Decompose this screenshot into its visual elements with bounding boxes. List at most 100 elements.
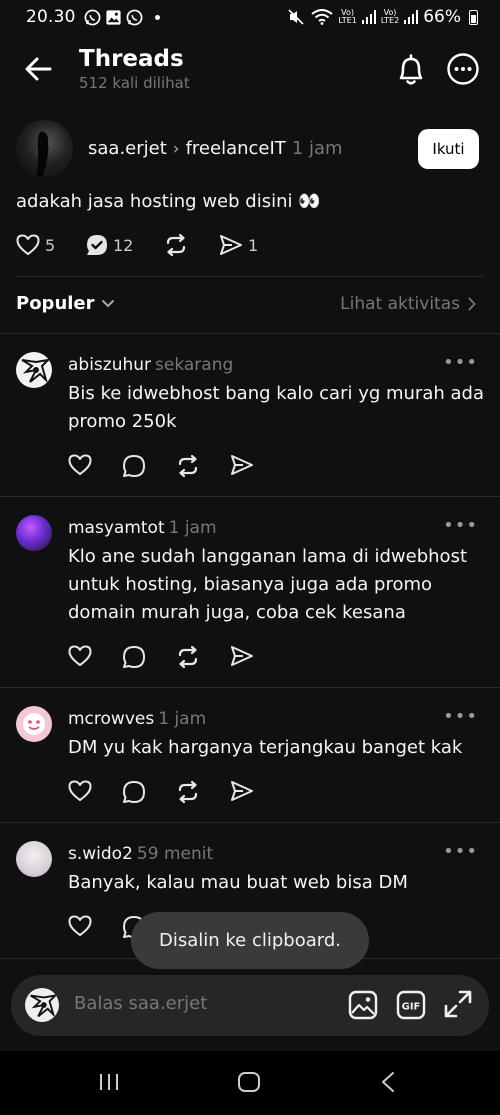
reply-input[interactable]: Balas saa.erjet xyxy=(74,993,207,1014)
post-meta: saa.erjet › freelanceIT 1 jam xyxy=(88,138,343,159)
like-button[interactable]: 5 xyxy=(16,234,86,256)
avatar xyxy=(25,988,59,1022)
mute-icon xyxy=(288,9,304,25)
avatar-art-icon xyxy=(30,994,58,1018)
gif-icon[interactable]: GIF xyxy=(396,990,426,1020)
avatar-face-icon xyxy=(23,713,45,735)
sort-dropdown[interactable]: Populer xyxy=(16,293,115,314)
reply-more-icon[interactable]: ••• xyxy=(443,515,478,536)
reply-more-icon[interactable]: ••• xyxy=(443,706,478,727)
reply-item: masyamtot 1 jam ••• Klo ane sudah langgan… xyxy=(0,515,500,685)
reply-item: mcrowves 1 jam ••• DM yu kak harganya ter… xyxy=(0,706,500,816)
home-icon[interactable] xyxy=(237,1071,261,1093)
reply-username[interactable]: s.wido2 xyxy=(68,844,133,864)
reply-actions xyxy=(68,645,254,669)
reply-actions xyxy=(68,780,254,804)
avatar-art-icon xyxy=(21,358,51,384)
heart-icon xyxy=(16,234,40,255)
image-icon[interactable] xyxy=(348,990,378,1020)
gallery-icon xyxy=(106,9,121,25)
notification-dot-icon xyxy=(154,14,160,20)
divider xyxy=(16,276,484,277)
reply-time: 59 menit xyxy=(136,844,214,864)
heart-icon[interactable] xyxy=(68,915,92,937)
like-count: 5 xyxy=(45,235,56,255)
send-icon[interactable] xyxy=(230,780,254,802)
status-bar: 20.30 Vo) LTE1 Vo) LTE2 66% xyxy=(0,0,500,34)
reply-more-icon[interactable]: ••• xyxy=(443,352,478,373)
comment-icon[interactable] xyxy=(122,780,146,804)
reply-username[interactable]: abiszuhur xyxy=(68,355,151,375)
send-icon[interactable] xyxy=(230,454,254,476)
svg-text:GIF: GIF xyxy=(402,1002,421,1013)
divider xyxy=(0,496,500,497)
reply-count-button[interactable]: 12 xyxy=(86,234,164,256)
top-bar: Threads 512 kali dilihat xyxy=(0,38,500,100)
reply-item: abiszuhur sekarang ••• Bis ke idwebhost b… xyxy=(0,352,500,492)
post-header: saa.erjet › freelanceIT 1 jam Ikuti xyxy=(0,119,500,179)
reply-composer[interactable]: Balas saa.erjet GIF xyxy=(11,975,489,1036)
reply-check-icon xyxy=(87,235,107,255)
repost-icon[interactable] xyxy=(176,454,200,478)
avatar[interactable] xyxy=(16,515,52,551)
reply-time: sekarang xyxy=(155,355,234,375)
chevron-right-icon: › xyxy=(172,138,180,159)
volte-1-label: Vo) LTE1 xyxy=(338,8,357,25)
reply-meta: masyamtot 1 jam xyxy=(68,518,217,538)
system-nav-bar xyxy=(0,1051,500,1115)
back-icon[interactable] xyxy=(380,1071,396,1093)
reply-username[interactable]: masyamtot xyxy=(68,518,165,538)
clipboard-toast: Disalin ke clipboard. xyxy=(131,912,369,969)
chevron-down-icon xyxy=(101,299,114,307)
reply-meta: s.wido2 59 menit xyxy=(68,844,213,864)
repost-button[interactable] xyxy=(164,233,219,257)
repost-icon[interactable] xyxy=(176,645,200,669)
reply-meta: mcrowves 1 jam xyxy=(68,709,206,729)
back-arrow-icon[interactable] xyxy=(22,54,56,84)
avatar[interactable] xyxy=(16,706,52,742)
follow-button[interactable]: Ikuti xyxy=(418,129,479,169)
reply-text: Banyak, kalau mau buat web bisa DM xyxy=(68,872,408,893)
whatsapp-icon xyxy=(126,9,143,25)
page-title: Threads xyxy=(79,46,184,72)
sort-row: Populer Lihat aktivitas xyxy=(0,290,500,322)
bell-icon[interactable] xyxy=(392,52,430,88)
recent-apps-icon[interactable] xyxy=(98,1071,120,1093)
send-icon xyxy=(220,235,242,255)
reply-text: Bis ke idwebhost bang kalo cari yg murah… xyxy=(68,383,484,432)
share-count: 1 xyxy=(248,235,259,255)
comment-icon[interactable] xyxy=(122,454,146,478)
avatar[interactable] xyxy=(16,352,52,388)
divider xyxy=(0,333,500,334)
reply-meta: abiszuhur sekarang xyxy=(68,355,233,375)
post-topic[interactable]: freelanceIT xyxy=(186,138,286,159)
send-icon[interactable] xyxy=(230,645,254,667)
more-options-icon[interactable] xyxy=(446,52,480,86)
heart-icon[interactable] xyxy=(68,645,92,667)
post-actions: 5 12 1 xyxy=(16,230,258,260)
reply-username[interactable]: mcrowves xyxy=(68,709,154,729)
signal-icon xyxy=(361,10,376,24)
expand-icon[interactable] xyxy=(443,989,473,1019)
avatar[interactable] xyxy=(16,120,73,177)
volte-2-label: Vo) LTE2 xyxy=(380,8,400,25)
heart-icon[interactable] xyxy=(68,454,92,476)
heart-icon[interactable] xyxy=(68,780,92,802)
reply-count: 12 xyxy=(113,235,134,255)
share-button[interactable]: 1 xyxy=(219,234,258,256)
post-author[interactable]: saa.erjet xyxy=(88,138,167,159)
view-count: 512 kali dilihat xyxy=(79,74,190,92)
sort-label: Populer xyxy=(16,293,95,314)
whatsapp-icon xyxy=(84,9,101,25)
post-text: adakah jasa hosting web disini 👀 xyxy=(16,191,321,212)
reply-time: 1 jam xyxy=(158,709,207,729)
repost-icon[interactable] xyxy=(176,780,200,804)
view-activity-link[interactable]: Lihat aktivitas xyxy=(340,294,476,314)
reply-text: DM yu kak harganya terjangkau banget kak xyxy=(68,737,463,758)
avatar[interactable] xyxy=(16,841,52,877)
avatar-silhouette-icon xyxy=(34,131,49,177)
reply-more-icon[interactable]: ••• xyxy=(443,841,478,862)
divider xyxy=(0,687,500,688)
comment-icon[interactable] xyxy=(122,645,146,669)
divider xyxy=(0,822,500,823)
